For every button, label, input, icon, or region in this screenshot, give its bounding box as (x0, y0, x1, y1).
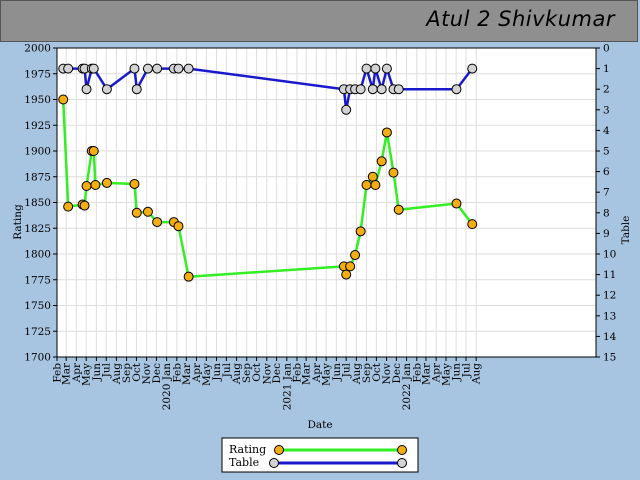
y2-axis-ticks: 1514131211109876543210 (596, 43, 617, 364)
table-point (376, 84, 387, 95)
table-point (370, 63, 381, 74)
table-point (131, 84, 142, 95)
rating-point (451, 198, 462, 209)
table-point (393, 84, 404, 95)
y-tick-label: 1875 (24, 171, 51, 183)
x-axis-ticks: FebMarAprMayJunJulAugSepOctNovDec2020 Ja… (52, 357, 483, 410)
y-tick-label: 1975 (24, 68, 51, 80)
y-tick-label: 2000 (24, 43, 51, 55)
y2-tick-label: 6 (603, 166, 610, 178)
y2-tick-label: 2 (603, 84, 610, 96)
legend-marker-table-start (269, 458, 279, 468)
rating-point (376, 156, 387, 167)
rating-point (142, 206, 153, 217)
x-axis-title: Date (307, 419, 332, 431)
rating-point (101, 177, 112, 188)
x-tick-label: Aug (471, 363, 483, 385)
rating-point (367, 171, 378, 182)
table-point (142, 63, 153, 74)
y2-tick-label: 4 (603, 125, 610, 137)
legend-label-rating: Rating (229, 443, 266, 456)
rating-point (361, 179, 372, 190)
rating-point (467, 219, 478, 230)
table-point (81, 84, 92, 95)
rating-point (63, 201, 74, 212)
y2-tick-label: 13 (603, 310, 616, 322)
table-point (367, 84, 378, 95)
table-point (341, 104, 352, 115)
rating-point (341, 269, 352, 280)
rating-point (152, 217, 163, 228)
table-point (361, 63, 372, 74)
y-tick-label: 1950 (24, 94, 51, 106)
y-tick-label: 1900 (24, 146, 51, 158)
legend-label-table: Table (229, 456, 259, 469)
table-point (173, 63, 184, 74)
y-tick-label: 1725 (24, 326, 51, 338)
y-tick-label: 1925 (24, 120, 51, 132)
y-axis-title: Rating (12, 204, 24, 240)
rating-point (388, 167, 399, 178)
legend-marker-table-end (397, 458, 407, 468)
rating-point (350, 250, 361, 261)
y-tick-label: 1800 (24, 249, 51, 261)
table-point (88, 63, 99, 74)
y2-tick-label: 9 (603, 228, 610, 240)
rating-point (81, 181, 92, 192)
y2-tick-label: 3 (603, 104, 610, 116)
table-point (467, 63, 478, 74)
rating-point (370, 179, 381, 190)
rating-point (88, 146, 99, 156)
table-point (152, 63, 163, 74)
y-tick-label: 1825 (24, 223, 51, 235)
table-point (101, 84, 112, 95)
y2-tick-label: 1 (603, 63, 610, 75)
y-axis-ticks: 1700 1725 1750 1775 1800 1825 1850 1875 1900 1925… (24, 43, 57, 364)
y2-tick-label: 0 (603, 43, 610, 55)
table-point (129, 63, 140, 74)
y2-tick-label: 12 (603, 290, 616, 302)
table-point (355, 84, 366, 95)
y2-tick-label: 10 (603, 249, 616, 261)
y2-tick-label: 7 (603, 187, 610, 199)
y2-axis-title: Table (620, 216, 632, 245)
rating-point (355, 226, 366, 237)
rating-point (58, 94, 69, 105)
rating-point (79, 200, 90, 211)
y-tick-label: 1750 (24, 300, 51, 312)
rating-point (131, 207, 142, 218)
rating-point (129, 178, 140, 189)
y2-tick-label: 15 (603, 352, 616, 364)
rating-table-chart: 1700172517501775180018251850187519001925… (12, 43, 632, 473)
rating-point (393, 204, 404, 215)
y2-tick-label: 5 (603, 146, 610, 158)
y-tick-label: 1775 (24, 274, 51, 286)
y-tick-label: 1850 (24, 197, 51, 209)
table-point (451, 84, 462, 95)
rating-point (90, 179, 101, 190)
rating-point (381, 127, 392, 138)
table-point (183, 63, 194, 74)
legend-marker-rating-start (274, 445, 284, 455)
y2-tick-label: 8 (603, 207, 610, 219)
legend: Rating Table (221, 437, 419, 473)
legend-marker-rating-end (397, 445, 407, 455)
table-point (381, 63, 392, 74)
y2-tick-label: 14 (603, 331, 617, 343)
rating-point (345, 261, 356, 272)
rating-point (173, 221, 184, 232)
table-point (63, 63, 74, 74)
rating-point (183, 271, 194, 282)
y2-tick-label: 11 (603, 269, 616, 281)
y-tick-label: 1700 (24, 352, 51, 364)
